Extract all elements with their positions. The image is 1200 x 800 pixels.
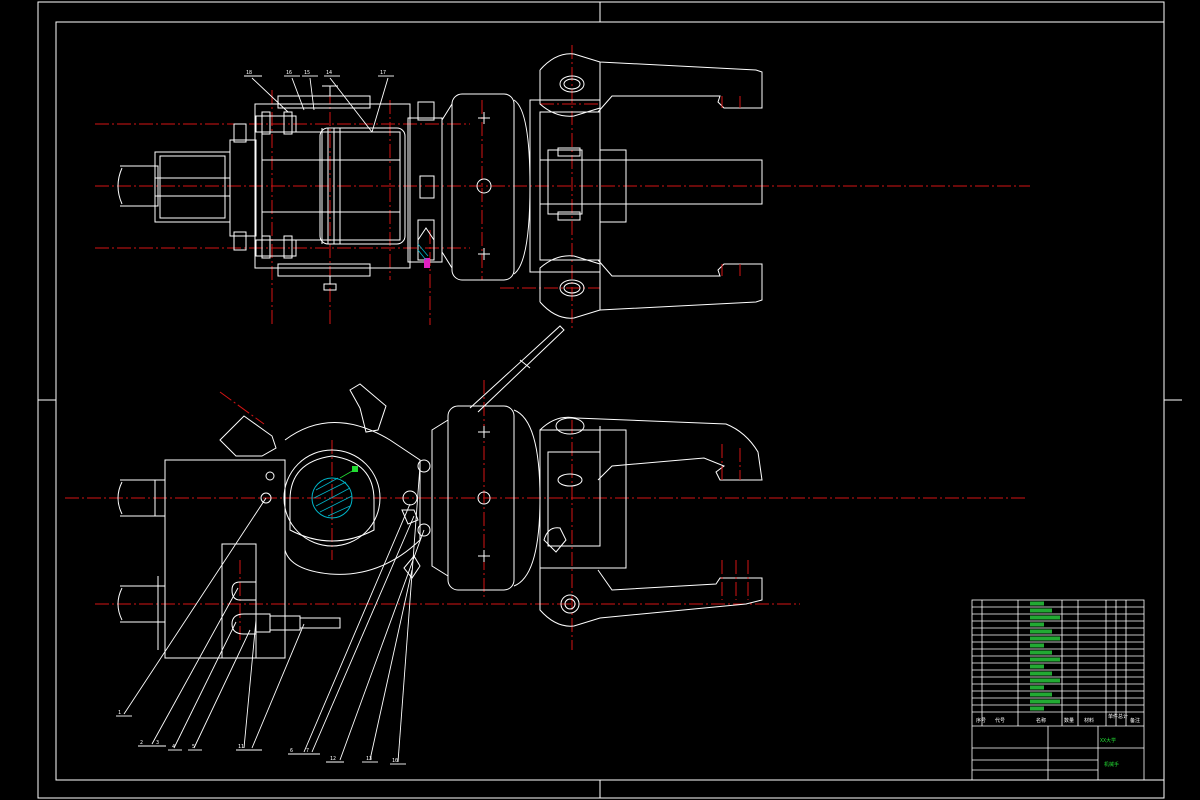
part-name-cell bbox=[1030, 664, 1044, 669]
header-col-6: 总计 bbox=[1118, 713, 1128, 720]
balloon-17: 17 bbox=[380, 70, 386, 76]
parts-list bbox=[972, 600, 1144, 726]
part-name-cell bbox=[1030, 657, 1060, 662]
balloon-18: 18 bbox=[246, 70, 252, 76]
cad-drawing: 18 16 15 14 17 1 2 3 4 5 11 6 7 12 13 10… bbox=[37, 1, 1182, 799]
part-name-cell bbox=[1030, 650, 1052, 655]
header-col-3: 数量 bbox=[1064, 717, 1074, 724]
header-col-7: 备注 bbox=[1130, 717, 1140, 724]
balloon-7: 7 bbox=[306, 748, 309, 754]
balloon-15: 15 bbox=[304, 70, 310, 76]
part-name-cell bbox=[1030, 615, 1060, 620]
balloon-14: 14 bbox=[326, 70, 332, 76]
part-name-cell bbox=[1030, 608, 1052, 613]
balloon-2: 2 bbox=[140, 740, 143, 746]
part-name-cell bbox=[1030, 629, 1052, 634]
balloon-3: 3 bbox=[156, 740, 159, 746]
header-col-5: 单件 bbox=[1108, 713, 1118, 720]
sheet-border bbox=[37, 1, 1182, 799]
part-name-cell bbox=[1030, 636, 1060, 641]
header-col-2: 名称 bbox=[1036, 717, 1046, 724]
part-name-cell bbox=[1030, 692, 1052, 697]
part-name-cell bbox=[1030, 643, 1044, 648]
balloon-16: 16 bbox=[286, 70, 292, 76]
title-block: 序号 代号 名称 数量 材料 单件 总计 备注 XX大学 机械手 bbox=[971, 599, 1145, 781]
balloon-6: 6 bbox=[290, 748, 293, 754]
balloon-5: 5 bbox=[192, 744, 195, 750]
part-name-cell bbox=[1030, 685, 1044, 690]
balloon-1: 1 bbox=[118, 710, 121, 716]
front-view: 1 2 3 4 5 11 6 7 12 13 10 bbox=[65, 325, 1025, 765]
balloon-13: 13 bbox=[366, 756, 372, 762]
header-col-4: 材料 bbox=[1084, 717, 1094, 724]
part-name-cell bbox=[1030, 601, 1044, 606]
balloon-10: 10 bbox=[392, 758, 398, 764]
part-name-cell bbox=[1030, 699, 1060, 704]
top-view: 18 16 15 14 17 bbox=[95, 45, 1030, 330]
header-col-0: 序号 bbox=[976, 717, 986, 724]
part-name-cell bbox=[1030, 678, 1060, 683]
part-name-cell bbox=[1030, 706, 1044, 711]
balloon-4: 4 bbox=[172, 744, 175, 750]
parts-header: 序号 代号 名称 数量 材料 单件 总计 备注 bbox=[976, 713, 1140, 724]
header-col-1: 代号 bbox=[995, 717, 1005, 724]
drawing-name: 机械手 bbox=[1104, 761, 1119, 768]
part-name-cell bbox=[1030, 671, 1052, 676]
balloon-12: 12 bbox=[330, 756, 336, 762]
school-name: XX大学 bbox=[1100, 737, 1116, 744]
balloon-11: 11 bbox=[238, 744, 244, 750]
part-name-cell bbox=[1030, 622, 1044, 627]
